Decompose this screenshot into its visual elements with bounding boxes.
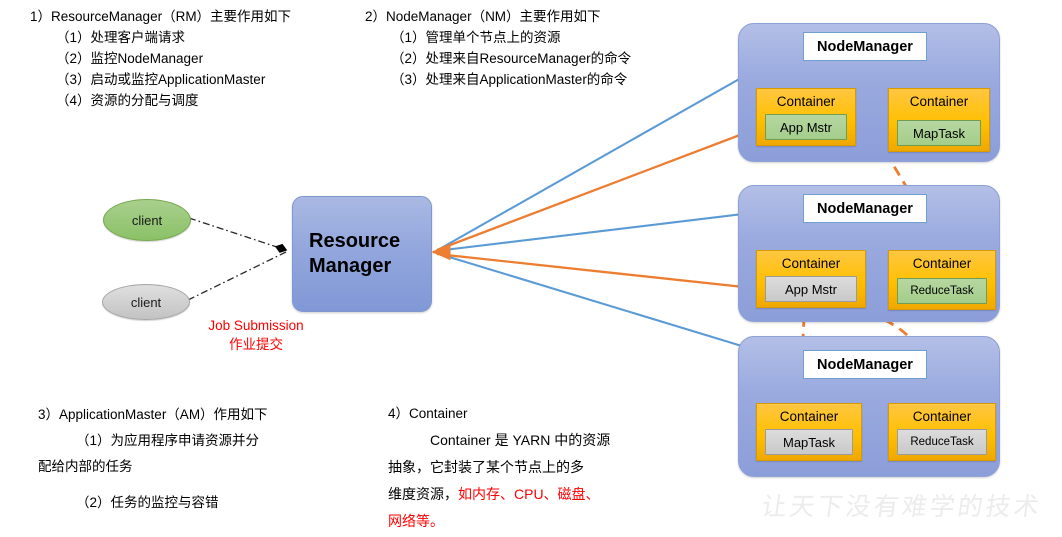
nodemanager-panel-1[interactable]: NodeManager Container App Mstr Container… [738,23,1000,162]
rm-item-1: （1）处理客户端请求 [56,30,186,45]
task-maptask[interactable]: MapTask [897,120,981,146]
applicationmaster-description: 3）ApplicationMaster（AM）作用如下 （1）为应用程序申请资源… [38,402,268,516]
container-line-2: 抽象，它封装了某个节点上的多 [388,459,584,475]
task-app-mstr[interactable]: App Mstr [765,114,847,140]
container-line-1: Container 是 YARN 中的资源 [430,432,611,448]
nm-item-3: （3）处理来自ApplicationMaster的命令 [391,72,628,87]
rm-item-2: （2）监控NodeManager [56,51,204,66]
am-line-2: 配给内部的任务 [38,459,133,474]
container-box-2-2[interactable]: Container ReduceTask [888,250,996,310]
resource-manager-label: Resource Manager [293,229,400,279]
nm-heading: 2）NodeManager（NM）主要作用如下 [365,9,601,24]
client-label: client [130,294,162,310]
task-app-mstr[interactable]: App Mstr [765,276,857,302]
container-box-2-1[interactable]: Container App Mstr [756,250,866,308]
task-maptask[interactable]: MapTask [765,429,853,455]
diagram-canvas: 1）ResourceManager（RM）主要作用如下 （1）处理客户端请求 （… [0,0,1062,537]
nodemanager-label-3: NodeManager [803,350,927,379]
container-box-3-2[interactable]: Container ReduceTask [888,403,996,461]
container-box-3-1[interactable]: Container MapTask [756,403,862,461]
container-title: Container [776,94,836,109]
am-line-1: （1）为应用程序申请资源并分 [76,433,260,448]
rm-item-4: （4）资源的分配与调度 [56,93,199,108]
nodemanager-panel-3[interactable]: NodeManager Container MapTask Container … [738,336,1000,477]
task-reducetask[interactable]: ReduceTask [897,278,987,304]
container-line-3-red: 如内存、CPU、磁盘、 [458,486,600,502]
rm-label-line2: Manager [309,255,392,277]
container-title: Container [909,94,969,109]
container-title: Container [781,256,841,271]
client-label: client [131,212,163,228]
container-line-4: 网络等。 [388,513,444,529]
container-title: Container [912,256,972,271]
container-heading: 4）Container [388,406,468,421]
rm-heading: 1）ResourceManager（RM）主要作用如下 [30,9,292,24]
container-box-1-1[interactable]: Container App Mstr [756,88,856,146]
rm-item-3: （3）启动或监控ApplicationMaster [56,72,266,87]
client-node-green[interactable]: client [103,199,191,241]
nodemanager-description: 2）NodeManager（NM）主要作用如下 （1）管理单个节点上的资源 （2… [365,6,631,90]
client-node-gray[interactable]: client [102,284,190,320]
nodemanager-label-1: NodeManager [803,32,927,61]
container-title: Container [779,409,839,424]
container-line-3-black: 维度资源， [388,486,458,502]
nm-item-1: （1）管理单个节点上的资源 [391,30,561,45]
resourcemanager-description: 1）ResourceManager（RM）主要作用如下 （1）处理客户端请求 （… [30,6,291,111]
nodemanager-panel-2[interactable]: NodeManager Container App Mstr Container… [738,185,1000,322]
container-line-3: 维度资源，如内存、CPU、磁盘、 [388,481,610,508]
client-submission-lines [187,217,288,301]
nodemanager-label-2: NodeManager [803,194,927,223]
nm-item-2: （2）处理来自ResourceManager的命令 [391,51,632,66]
am-heading: 3）ApplicationMaster（AM）作用如下 [38,407,268,422]
resource-manager-box[interactable]: Resource Manager [292,196,432,312]
am-line-3: （2）任务的监控与容错 [76,495,219,510]
job-submission-label: Job Submission 作业提交 [186,316,326,354]
watermark-text: 让天下没有难学的技术 [759,492,1044,521]
task-reducetask[interactable]: ReduceTask [897,429,987,455]
container-title: Container [912,409,972,424]
rm-label-line1: Resource [309,230,401,252]
job-submission-en: Job Submission [208,318,304,333]
container-description: 4）Container Container 是 YARN 中的资源 抽象，它封装… [388,400,610,535]
container-box-1-2[interactable]: Container MapTask [888,88,990,152]
rm-to-appmaster-lines [431,128,755,294]
job-submission-zh: 作业提交 [229,337,283,352]
